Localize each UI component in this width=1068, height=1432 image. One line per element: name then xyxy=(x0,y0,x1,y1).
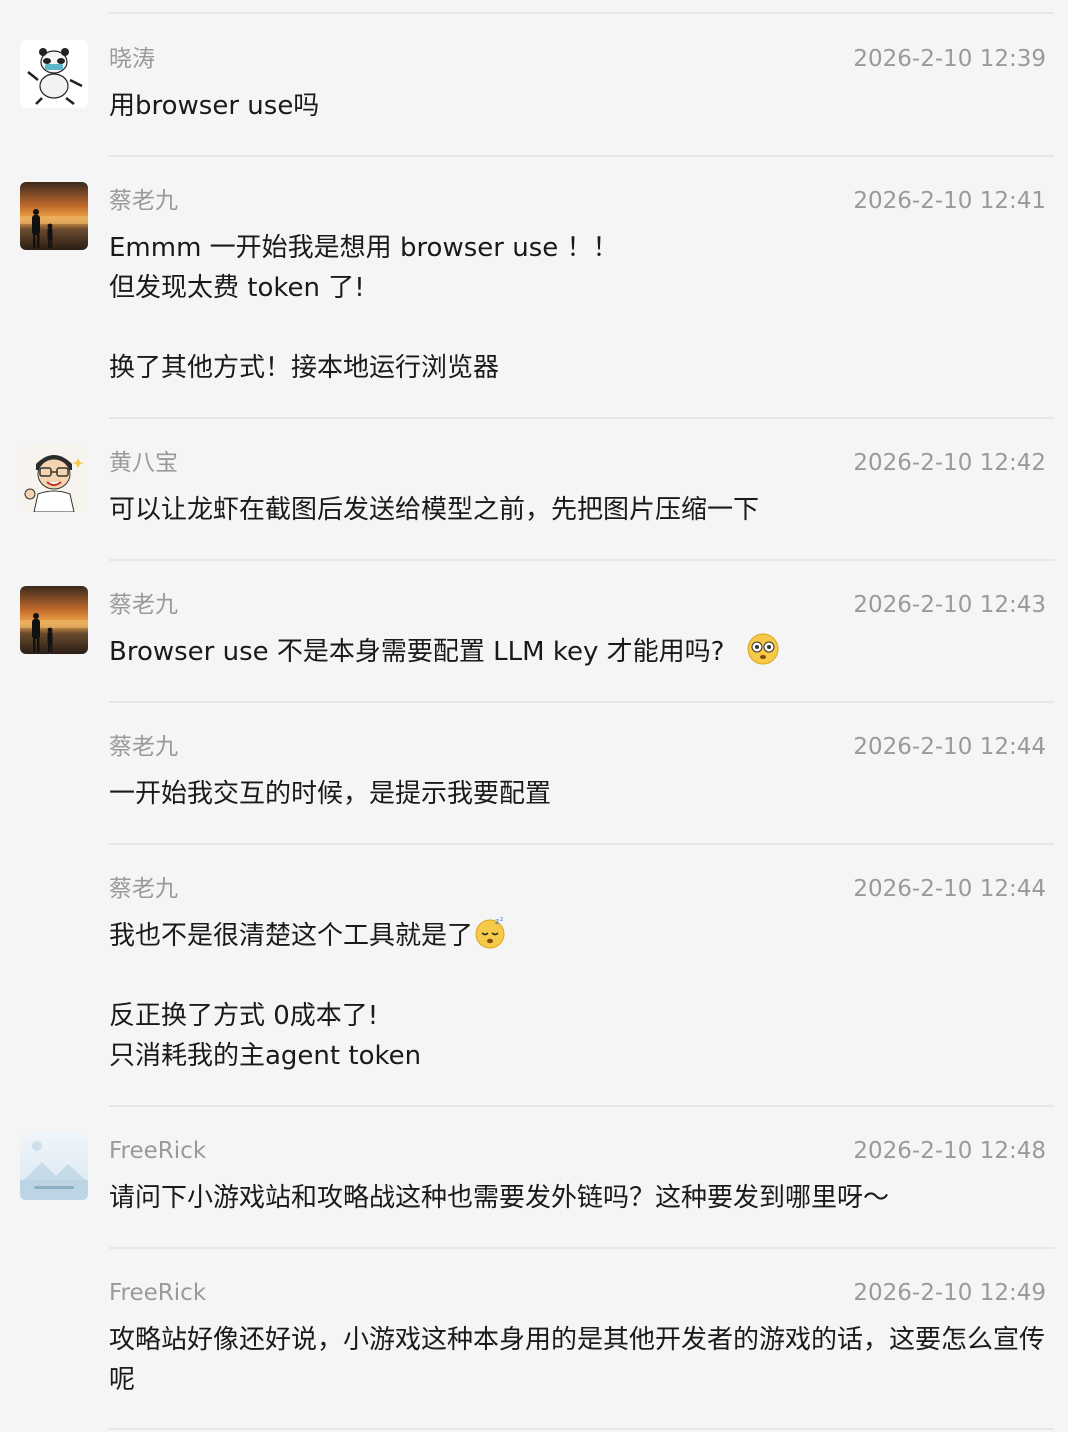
message-text-content: 反正换了方式 0成本了! 只消耗我的主agent token xyxy=(109,1001,422,1071)
svg-text:z: z xyxy=(500,916,503,923)
message-text: Browser use 不是本身需要配置 LLM key 才能用吗? xyxy=(109,632,1046,672)
timestamp: 2026-2-10 12:41 xyxy=(853,188,1046,214)
message-text: 可以让龙虾在截图后发送给模型之前，先把图片压缩一下 xyxy=(109,495,760,525)
sleeping-face-emoji: zz xyxy=(473,916,507,950)
flushed-face-emoji xyxy=(746,632,780,666)
timestamp: 2026-2-10 12:42 xyxy=(853,450,1046,476)
timestamp: 2026-2-10 12:49 xyxy=(853,1280,1046,1306)
message-text: 请问下小游戏站和攻略战这种也需要发外链吗？这种要发到哪里呀～ xyxy=(109,1183,890,1213)
sender-name: 晓涛 xyxy=(109,46,155,72)
sender-name: 蔡老九 xyxy=(109,188,178,214)
timestamp: 2026-2-10 12:44 xyxy=(853,876,1046,902)
message-text: 攻略站好像还好说，小游戏这种本身用的是其他开发者的游戏的话，这要怎么宣传呢 xyxy=(109,1325,1046,1395)
divider xyxy=(109,1428,1054,1430)
message-text: 一开始我交互的时候，是提示我要配置 xyxy=(109,779,552,809)
sunset-silhouette-avatar[interactable] xyxy=(20,182,88,250)
message-text-content: Browser use 不是本身需要配置 LLM key 才能用吗? xyxy=(109,637,725,667)
divider xyxy=(109,12,1054,14)
cartoon-man-avatar[interactable] xyxy=(20,444,88,512)
divider xyxy=(109,417,1054,419)
timestamp: 2026-2-10 12:43 xyxy=(853,592,1046,618)
divider xyxy=(109,701,1054,703)
sunset-silhouette-avatar[interactable] xyxy=(20,586,88,654)
panda-avatar[interactable] xyxy=(20,40,88,108)
divider xyxy=(109,1105,1054,1107)
landscape-placeholder-avatar[interactable] xyxy=(20,1132,88,1200)
divider xyxy=(109,559,1054,561)
message-text: 我也不是很清楚这个工具就是了 z z 反正换了方式 0成本了! 只消耗我的主agent… xyxy=(109,916,1046,1076)
sender-name: 蔡老九 xyxy=(109,876,178,902)
sender-name: FreeRick xyxy=(109,1280,207,1306)
timestamp: 2026-2-10 12:48 xyxy=(853,1138,1046,1164)
timestamp: 2026-2-10 12:39 xyxy=(853,46,1046,72)
sender-name: FreeRick xyxy=(109,1138,207,1164)
timestamp: 2026-2-10 12:44 xyxy=(853,734,1046,760)
divider xyxy=(109,1247,1054,1249)
svg-text:z: z xyxy=(495,917,499,926)
divider xyxy=(109,843,1054,845)
sender-name: 黄八宝 xyxy=(109,450,178,476)
message-text-content: 我也不是很清楚这个工具就是了 xyxy=(109,921,474,951)
sender-name: 蔡老九 xyxy=(109,734,178,760)
chat-thread: 晓涛 2026-2-10 12:39 用browser use吗 蔡老九 202… xyxy=(0,0,1068,1432)
message-text: Emmm 一开始我是想用 browser use ！！ 但发现太费 token … xyxy=(109,233,619,383)
message-text: 用browser use吗 xyxy=(109,91,320,121)
divider xyxy=(109,155,1054,157)
sender-name: 蔡老九 xyxy=(109,592,178,618)
